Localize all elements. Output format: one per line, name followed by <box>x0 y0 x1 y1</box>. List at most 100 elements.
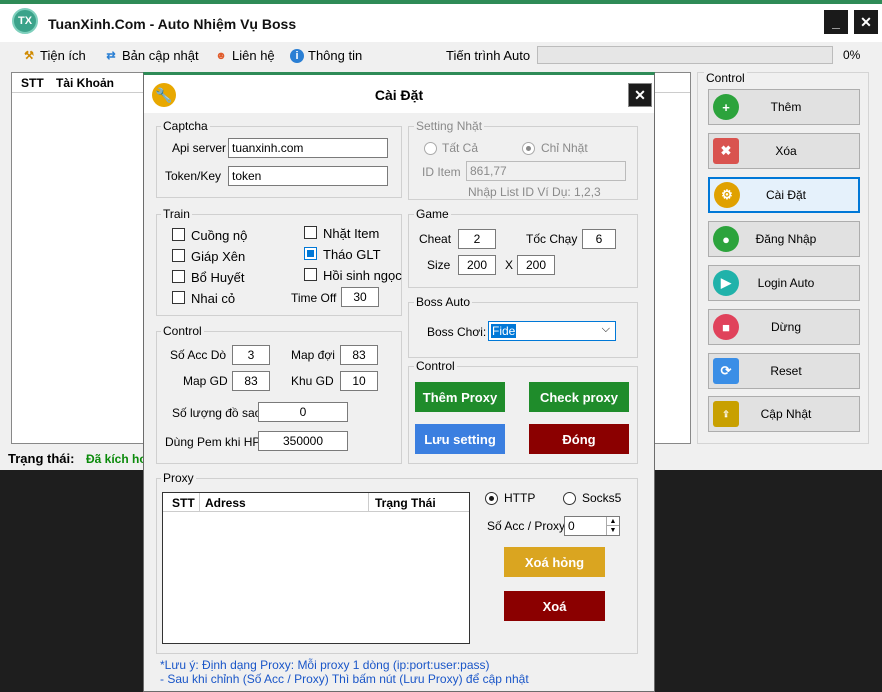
add-proxy-button[interactable]: Thêm Proxy <box>415 382 505 412</box>
token-input[interactable]: token <box>228 166 388 186</box>
id-item-input[interactable]: 861,77 <box>466 161 626 181</box>
login-icon: ● <box>713 226 739 252</box>
stepper-down-icon[interactable]: ▼ <box>606 526 619 535</box>
stepper-up-icon[interactable]: ▲ <box>606 517 619 526</box>
control-button-trash[interactable]: ✖ Xóa <box>708 133 860 169</box>
size-width-input[interactable]: 200 <box>458 255 496 275</box>
control2-legend: Control <box>414 359 457 373</box>
nhai-co-label: Nhai cỏ <box>191 291 236 306</box>
chevron-down-icon: ⌵ <box>601 323 610 335</box>
map-gd-label: Map GD <box>183 374 228 388</box>
plus-icon: + <box>713 94 739 120</box>
socks5-radio[interactable] <box>563 492 576 505</box>
col-stt[interactable]: STT <box>21 76 44 90</box>
control-button-label: Đăng Nhập <box>755 232 817 246</box>
control-button-label: Dừng <box>770 320 802 334</box>
control-legend: Control <box>704 71 747 85</box>
control-legend: Control <box>161 324 204 338</box>
proxy-col-stt[interactable]: STT <box>172 496 195 510</box>
proxy-col-divider <box>199 493 200 512</box>
control-button-label: Cập Nhật <box>760 407 812 421</box>
boss-select[interactable]: Fide ⌵ <box>488 321 616 341</box>
dialog-close-button[interactable]: ✕ <box>628 83 652 107</box>
control-button-label: Reset <box>770 364 802 378</box>
minimize-button[interactable]: _ <box>824 10 848 34</box>
acc-do-input[interactable]: 3 <box>232 345 270 365</box>
save-setting-button[interactable]: Lưu setting <box>415 424 505 454</box>
tools-icon: ⚒ <box>24 50 34 62</box>
dialog-title: Cài Đặt <box>374 87 424 103</box>
giap-xen-label: Giáp Xên <box>191 249 246 264</box>
proxy-col-status[interactable]: Trạng Thái <box>375 496 436 510</box>
control-button-login[interactable]: ● Đăng Nhập <box>708 221 860 257</box>
map-gd-input[interactable]: 83 <box>232 371 270 391</box>
proxy-table-header: STT Adress Trạng Thái <box>163 493 469 512</box>
control-button-stop[interactable]: ■ Dừng <box>708 309 860 345</box>
acc-proxy-stepper[interactable]: 0 ▲ ▼ <box>564 516 620 536</box>
size-label: Size <box>427 258 451 272</box>
pem-label: Dùng Pem khi HP <box>165 435 261 449</box>
control-button-gear[interactable]: ⚙ Cài Đặt <box>708 177 860 213</box>
remove-bad-proxy-button[interactable]: Xoá hỏng <box>504 547 605 577</box>
http-radio[interactable] <box>485 492 498 505</box>
proxy-legend: Proxy <box>161 471 196 485</box>
stop-icon: ■ <box>713 314 739 340</box>
hoi-sinh-ngoc-checkbox[interactable] <box>304 268 317 281</box>
title-bar: TX TuanXinh.Com - Auto Nhiệm Vụ Boss _ ✕ <box>0 4 882 42</box>
remove-proxy-button[interactable]: Xoá <box>504 591 605 621</box>
refresh-icon: ⇄ <box>106 50 116 62</box>
close-dialog-button[interactable]: Đóng <box>529 424 629 454</box>
nhat-item-checkbox[interactable] <box>304 226 317 239</box>
time-off-label: Time Off <box>291 291 337 305</box>
col-tai-khoan[interactable]: Tài Khoản <box>56 76 114 90</box>
all-label: Tất Cả <box>442 141 479 155</box>
khu-gd-input[interactable]: 10 <box>340 371 378 391</box>
map-doi-input[interactable]: 83 <box>340 345 378 365</box>
menu-tien-ich[interactable]: ⚒ Tiện ích <box>22 48 86 63</box>
gear-icon: ⚙ <box>714 182 740 208</box>
captcha-legend: Captcha <box>161 119 210 133</box>
trash-icon: ✖ <box>713 138 739 164</box>
menu-thong-tin[interactable]: i Thông tin <box>290 48 362 63</box>
cheat-label: Cheat <box>419 232 452 246</box>
size-x-label: X <box>505 258 514 272</box>
settings-dialog: 🔧 Cài Đặt ✕ Captcha Api server tuanxinh.… <box>143 72 655 692</box>
only-radio[interactable] <box>522 142 535 155</box>
acc-do-label: Số Acc Dò <box>170 348 227 362</box>
token-label: Token/Key <box>165 169 222 183</box>
pem-input[interactable]: 350000 <box>258 431 348 451</box>
speed-label: Tốc Chạy <box>526 232 578 246</box>
proxy-col-adress[interactable]: Adress <box>205 496 246 510</box>
menu-lien-he[interactable]: ☻ Liên hệ <box>214 48 275 63</box>
giap-xen-checkbox[interactable] <box>172 249 185 262</box>
control-button-play[interactable]: ▶ Login Auto <box>708 265 860 301</box>
api-server-input[interactable]: tuanxinh.com <box>228 138 388 158</box>
close-button[interactable]: ✕ <box>854 10 878 34</box>
bo-huyet-checkbox[interactable] <box>172 270 185 283</box>
map-doi-label: Map đợi <box>291 348 335 362</box>
so-luong-do-sao-input[interactable]: 0 <box>258 402 348 422</box>
control-button-update[interactable]: ⇪ Cập Nhật <box>708 396 860 432</box>
acc-proxy-value: 0 <box>568 519 575 533</box>
id-item-label: ID Item <box>422 165 461 179</box>
cuong-no-label: Cuồng nộ <box>191 228 248 243</box>
api-label: Api server <box>172 141 227 155</box>
control-button-plus[interactable]: + Thêm <box>708 89 860 125</box>
proxy-table[interactable]: STT Adress Trạng Thái <box>162 492 470 644</box>
speed-input[interactable]: 6 <box>582 229 616 249</box>
setting-nhat-legend: Setting Nhặt <box>414 119 485 133</box>
check-proxy-button[interactable]: Check proxy <box>529 382 629 412</box>
app-title: TuanXinh.Com - Auto Nhiệm Vụ Boss <box>48 16 297 32</box>
nhai-co-checkbox[interactable] <box>172 291 185 304</box>
menu-label: Liên hệ <box>232 48 275 63</box>
control-button-label: Xóa <box>775 144 797 158</box>
cheat-input[interactable]: 2 <box>458 229 496 249</box>
size-height-input[interactable]: 200 <box>517 255 555 275</box>
menu-ban-cap-nhat[interactable]: ⇄ Bản cập nhật <box>104 48 198 63</box>
cuong-no-checkbox[interactable] <box>172 228 185 241</box>
time-off-input[interactable]: 30 <box>341 287 379 307</box>
control-button-reset[interactable]: ⟳ Reset <box>708 353 860 389</box>
all-radio[interactable] <box>424 142 437 155</box>
thao-glt-checkbox[interactable] <box>304 247 317 260</box>
bo-huyet-label: Bổ Huyết <box>191 270 245 285</box>
